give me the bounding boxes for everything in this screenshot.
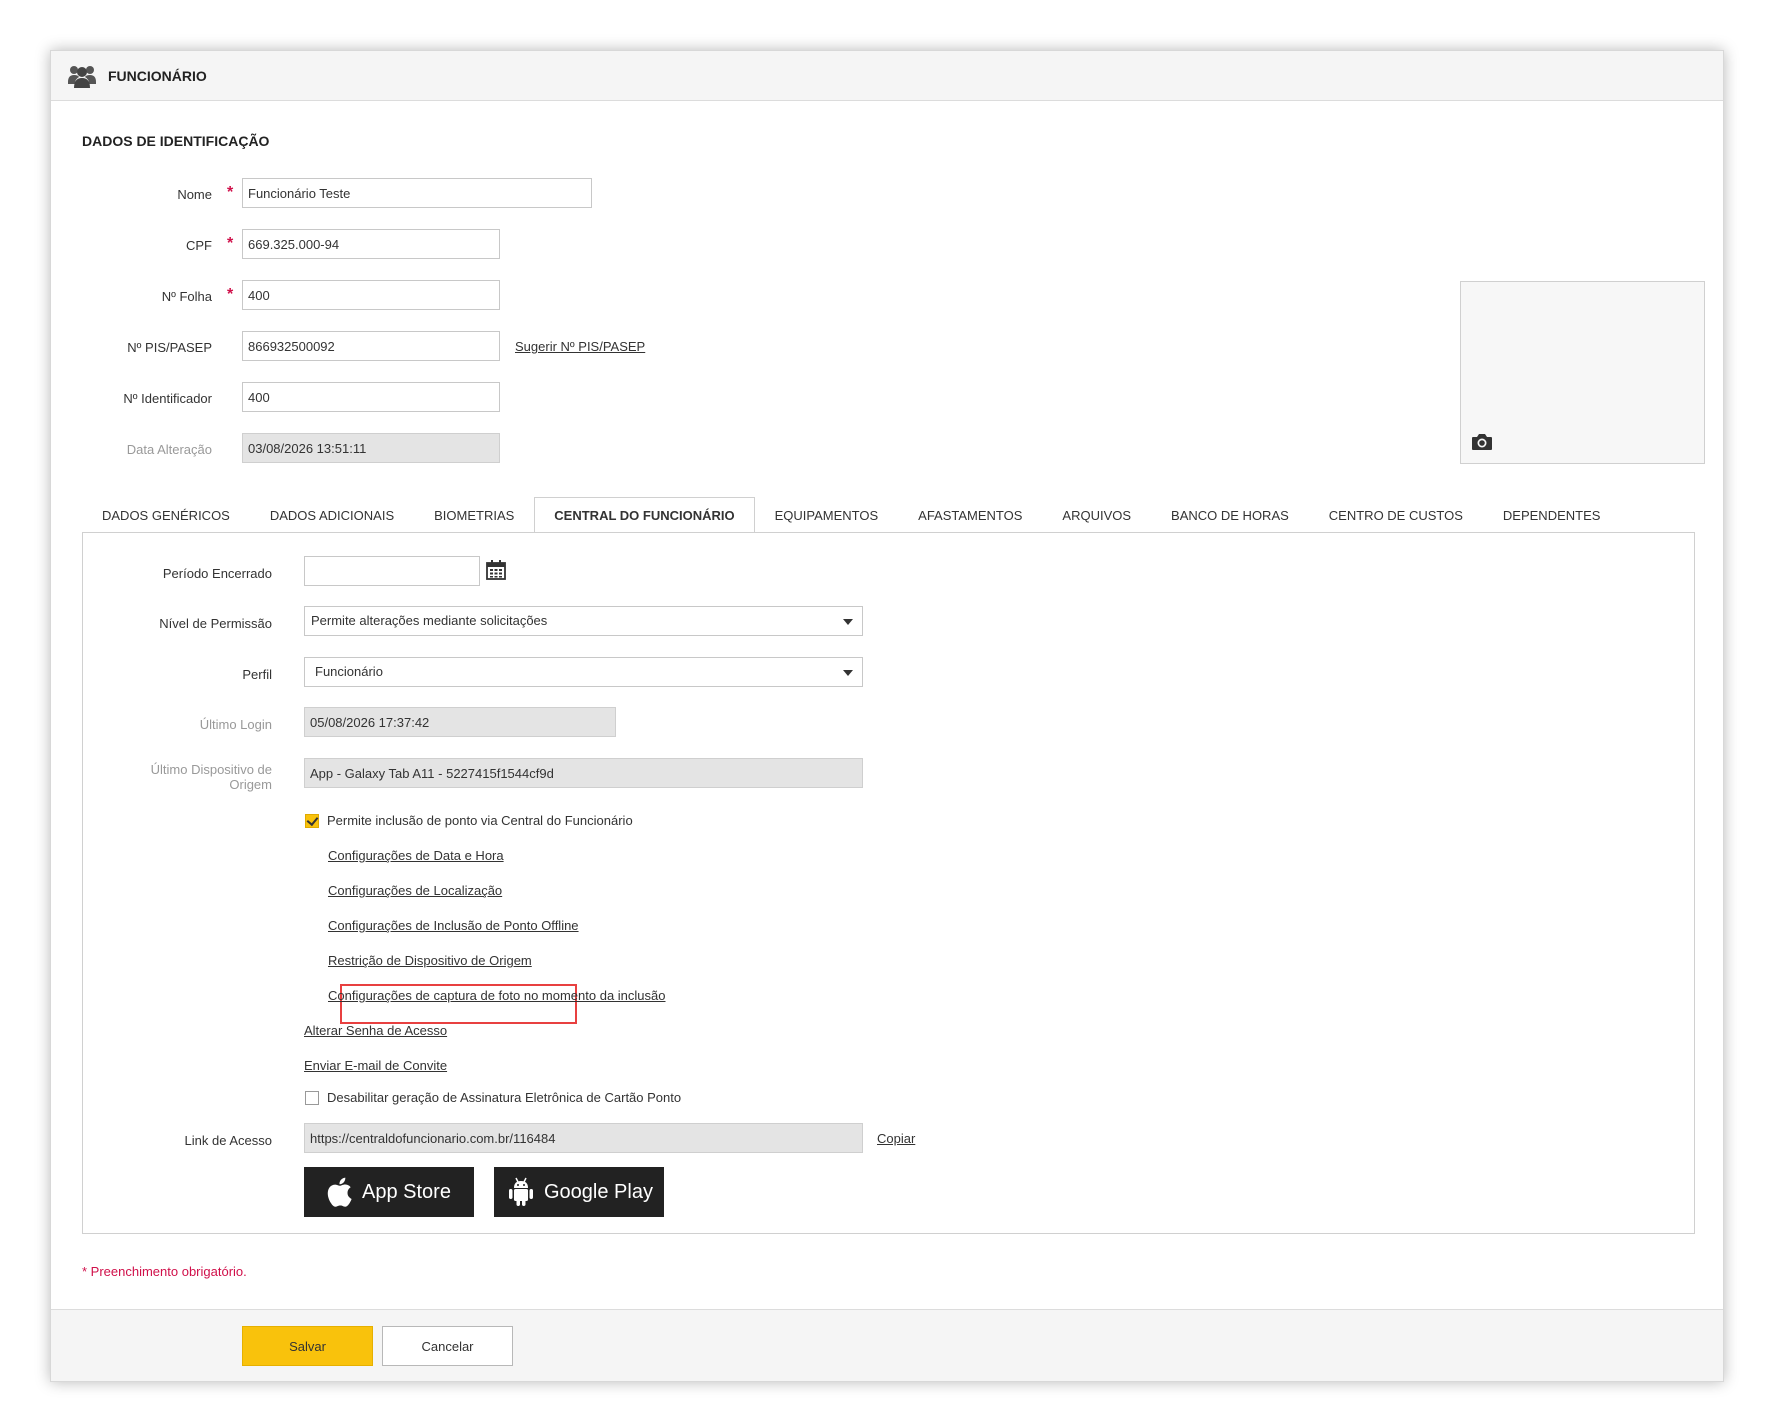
- save-button[interactable]: Salvar: [242, 1326, 373, 1366]
- section-title: DADOS DE IDENTIFICAÇÃO: [82, 133, 270, 149]
- app-store-label: App Store: [362, 1180, 451, 1203]
- app-store-button[interactable]: App Store: [304, 1167, 474, 1217]
- nome-label: Nome: [177, 187, 212, 202]
- camera-icon[interactable]: [1471, 433, 1493, 451]
- tab-centro-de-custos[interactable]: CENTRO DE CUSTOS: [1309, 496, 1483, 533]
- calendar-icon[interactable]: [486, 560, 506, 580]
- panel-header: FUNCIONÁRIO: [51, 51, 1723, 101]
- ultimo-dispositivo-field: [304, 758, 863, 788]
- tab-dados-genericos[interactable]: DADOS GENÉRICOS: [82, 496, 250, 533]
- identificador-input[interactable]: [242, 382, 500, 412]
- desabilitar-assinatura-checkbox[interactable]: [305, 1091, 319, 1105]
- perfil-select[interactable]: Funcionário: [304, 657, 863, 687]
- required-mark: *: [227, 184, 234, 201]
- nivel-label: Nível de Permissão: [159, 616, 272, 631]
- required-note: * Preenchimento obrigatório.: [82, 1264, 247, 1279]
- chevron-down-icon: [843, 619, 853, 625]
- tab-dependentes[interactable]: DEPENDENTES: [1483, 496, 1621, 533]
- pis-input[interactable]: [242, 331, 500, 361]
- enviar-email-link[interactable]: Enviar E-mail de Convite: [304, 1058, 447, 1073]
- tab-dados-adicionais[interactable]: DADOS ADICIONAIS: [250, 496, 414, 533]
- config-offline-link[interactable]: Configurações de Inclusão de Ponto Offli…: [328, 918, 579, 933]
- tab-banco-de-horas[interactable]: BANCO DE HORAS: [1151, 496, 1309, 533]
- ultimo-dispositivo-label-line1: Último Dispositivo de: [150, 762, 272, 777]
- periodo-input[interactable]: [304, 556, 480, 586]
- tab-content: Período Encerrado Nível de Permissão Per…: [82, 532, 1695, 1234]
- permite-ponto-checkbox[interactable]: [305, 814, 319, 828]
- ultimo-login-label: Último Login: [199, 717, 272, 732]
- cancel-button[interactable]: Cancelar: [382, 1326, 513, 1366]
- perfil-value: Funcionário: [315, 664, 383, 679]
- config-localizacao-link[interactable]: Configurações de Localização: [328, 883, 502, 898]
- permite-ponto-label: Permite inclusão de ponto via Central do…: [327, 813, 633, 828]
- nivel-select[interactable]: Permite alterações mediante solicitações: [304, 606, 863, 636]
- folha-label: Nº Folha: [161, 289, 212, 304]
- config-captura-foto-link[interactable]: Configurações de captura de foto no mome…: [328, 988, 666, 1003]
- required-mark: *: [227, 235, 234, 252]
- page-title: FUNCIONÁRIO: [108, 67, 207, 84]
- link-acesso-label: Link de Acesso: [184, 1133, 272, 1148]
- identificador-label: Nº Identificador: [123, 391, 212, 406]
- pis-label: Nº PIS/PASEP: [127, 340, 212, 355]
- tab-biometrias[interactable]: BIOMETRIAS: [414, 496, 534, 533]
- tab-arquivos[interactable]: ARQUIVOS: [1042, 496, 1151, 533]
- cpf-input[interactable]: [242, 229, 500, 259]
- google-play-label: Google Play: [544, 1180, 653, 1203]
- data-alteracao-field: [242, 433, 500, 463]
- google-play-button[interactable]: Google Play: [494, 1167, 664, 1217]
- folha-input[interactable]: [242, 280, 500, 310]
- cpf-label: CPF: [186, 238, 212, 253]
- tab-central-do-funcionario[interactable]: CENTRAL DO FUNCIONÁRIO: [534, 497, 755, 533]
- tab-equipamentos[interactable]: EQUIPAMENTOS: [755, 496, 899, 533]
- desabilitar-assinatura-label: Desabilitar geração de Assinatura Eletrô…: [327, 1090, 682, 1105]
- nome-input[interactable]: [242, 178, 592, 208]
- suggest-pis-link[interactable]: Sugerir Nº PIS/PASEP: [515, 339, 645, 354]
- users-icon: [68, 63, 98, 89]
- config-data-hora-link[interactable]: Configurações de Data e Hora: [328, 848, 504, 863]
- copy-link[interactable]: Copiar: [877, 1131, 915, 1146]
- required-mark: *: [227, 286, 234, 303]
- periodo-label: Período Encerrado: [162, 566, 272, 581]
- ultimo-login-field: [304, 707, 616, 737]
- perfil-label: Perfil: [242, 667, 272, 682]
- link-acesso-field[interactable]: [304, 1123, 863, 1153]
- photo-box[interactable]: [1460, 281, 1705, 464]
- android-icon: [508, 1177, 534, 1207]
- ultimo-dispositivo-label-line2: Origem: [229, 777, 272, 792]
- nivel-value: Permite alterações mediante solicitações: [311, 613, 548, 628]
- apple-icon: [326, 1177, 352, 1207]
- chevron-down-icon: [843, 670, 853, 676]
- employee-panel: FUNCIONÁRIO DADOS DE IDENTIFICAÇÃO Nome …: [50, 50, 1724, 1382]
- restricao-dispositivo-link[interactable]: Restrição de Dispositivo de Origem: [328, 953, 532, 968]
- tab-bar: DADOS GENÉRICOS DADOS ADICIONAIS BIOMETR…: [82, 496, 1620, 533]
- tab-afastamentos[interactable]: AFASTAMENTOS: [898, 496, 1042, 533]
- alterar-senha-link[interactable]: Alterar Senha de Acesso: [304, 1023, 447, 1038]
- ultimo-dispositivo-label: Último Dispositivo de Origem: [103, 762, 272, 792]
- footer: Salvar Cancelar: [51, 1309, 1723, 1381]
- data-alteracao-label: Data Alteração: [126, 442, 212, 457]
